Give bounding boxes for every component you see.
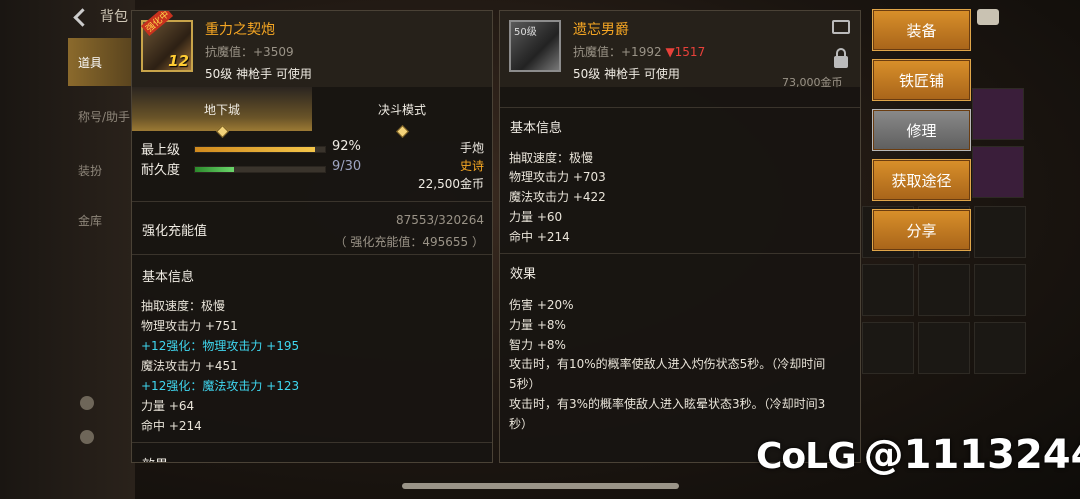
stat-line: 抽取速度：极慢 (509, 151, 594, 165)
enhance-value: 87553/320264 (395, 213, 484, 227)
stat-line: 力量 +64 (141, 399, 195, 413)
magic-resist: 抗魔值：+1992 ▼1517 (573, 43, 705, 60)
grade-value: 92% (332, 139, 361, 154)
basic-info-title: 基本信息 (142, 270, 195, 285)
divider (132, 442, 492, 443)
effect-title: 效果 (510, 267, 537, 282)
resist-diff: ▼1517 (665, 45, 706, 59)
rarity: 史诗 (459, 159, 484, 173)
tab-vault[interactable]: 金库 (68, 196, 132, 244)
price: 22,500金币 (418, 177, 484, 191)
enhancing-tag: 强化中 (141, 11, 174, 36)
stat-line: 命中 +214 (509, 230, 570, 244)
stat-line: 命中 +214 (141, 419, 202, 433)
tab-dungeon-label: 地下城 (203, 102, 240, 117)
tab-pvp-label: 决斗模式 (377, 102, 426, 117)
inventory-slot[interactable] (862, 264, 914, 316)
inventory-slot[interactable] (972, 146, 1024, 198)
level-badge: 50级 (514, 27, 537, 38)
faded-price: 73,000金币 (782, 76, 843, 89)
tab-titles[interactable]: 称号/助手 (68, 92, 132, 140)
tab-pvp[interactable]: 决斗模式 (312, 87, 492, 138)
item-name: 重力之契炮 (205, 22, 275, 38)
effect-line: 智力 +8% (509, 338, 566, 352)
divider (132, 201, 492, 202)
item-name: 遗忘男爵 (573, 22, 629, 38)
effect-line: 攻击时，有10%的概率使敌人进入灼伤状态5秒。（冷却时间 (509, 357, 826, 371)
grade-bar (194, 146, 326, 153)
home-indicator[interactable] (402, 483, 679, 489)
divider (500, 107, 860, 108)
stat-line: 力量 +60 (509, 210, 563, 224)
lock-icon[interactable] (834, 48, 848, 68)
effect-title-cut: 效果 (142, 454, 168, 462)
effect-line: 力量 +8% (509, 318, 566, 332)
equip-button[interactable]: 装备 (872, 9, 971, 51)
inventory-slot[interactable] (974, 322, 1026, 374)
inventory-slot[interactable] (918, 264, 970, 316)
stat-line: 物理攻击力 +703 (509, 170, 606, 184)
stat-line: 物理攻击力 +751 (141, 319, 238, 333)
inventory-slot[interactable] (974, 206, 1026, 258)
enhance-stat-line: +12强化：物理攻击力 +195 (141, 339, 300, 353)
resist-value: 抗魔值：+1992 (573, 45, 662, 59)
enhance-title: 强化充能值 (142, 224, 208, 239)
share-icon[interactable] (832, 20, 850, 34)
cannon-item-icon: 强化中 12 (141, 11, 193, 72)
tab-items[interactable]: 道具 (68, 38, 132, 86)
tab-dungeon[interactable]: 地下城 (132, 87, 312, 138)
fatigue-icon (80, 396, 94, 410)
stat-line: 抽取速度：极慢 (141, 299, 226, 313)
inventory-slot[interactable] (918, 322, 970, 374)
item-header: 强化中 12 重力之契炮 抗魔值：+3509 50级 神枪手 可使用 (132, 11, 492, 87)
effect-line: 伤害 +20% (509, 298, 574, 312)
share-button[interactable]: 分享 (872, 209, 971, 251)
weapon-type: 手炮 (459, 141, 484, 155)
left-item-tooltip: 强化中 12 重力之契炮 抗魔值：+3509 50级 神枪手 可使用 地下城 决… (131, 10, 493, 463)
blacksmith-button[interactable]: 铁匠铺 (872, 59, 971, 101)
obtain-button[interactable]: 获取途径 (872, 159, 971, 201)
effect-line: 秒） (509, 417, 534, 431)
inventory-slot[interactable] (972, 88, 1024, 140)
watermark-logo: CoLG (756, 436, 857, 477)
inventory-slot[interactable] (862, 322, 914, 374)
watermark-handle: @11132445 (863, 432, 1080, 478)
requirement: 50级 神枪手 可使用 (205, 67, 312, 81)
effect-line: 5秒） (509, 377, 541, 391)
magic-resist: 抗魔值：+3509 (205, 45, 294, 59)
durability-label: 耐久度 (141, 163, 181, 178)
divider (132, 254, 492, 255)
chat-icon[interactable] (977, 9, 999, 25)
mode-tabs: 地下城 决斗模式 (132, 87, 492, 138)
diamond-icon (216, 125, 229, 138)
diamond-icon (396, 125, 409, 138)
stat-line: 魔法攻击力 +451 (141, 359, 238, 373)
effect-line: 攻击时，有3%的概率使敌人进入眩晕状态3秒。（冷却时间3 (509, 397, 826, 411)
divider (500, 253, 860, 254)
enhance-stat-line: +12强化：魔法攻击力 +123 (141, 379, 300, 393)
requirement: 50级 神枪手 可使用 (573, 67, 680, 81)
enhance-total: （ 强化充能值：495655 ） (334, 235, 484, 249)
durability-value: 9/30 (332, 159, 362, 174)
durability-bar (194, 166, 326, 173)
grade-label: 最上级 (141, 143, 181, 158)
cannon-item-icon: 50级 (509, 20, 561, 72)
notice-icon (80, 430, 94, 444)
watermark: CoLG@11132445 (756, 432, 1080, 478)
stat-line: 魔法攻击力 +422 (509, 190, 606, 204)
enhance-level-badge: 12 (168, 52, 189, 70)
tab-avatar[interactable]: 装扮 (68, 146, 132, 194)
basic-info-title: 基本信息 (510, 121, 563, 136)
inventory-slot[interactable] (974, 264, 1026, 316)
repair-button[interactable]: 修理 (872, 109, 971, 151)
